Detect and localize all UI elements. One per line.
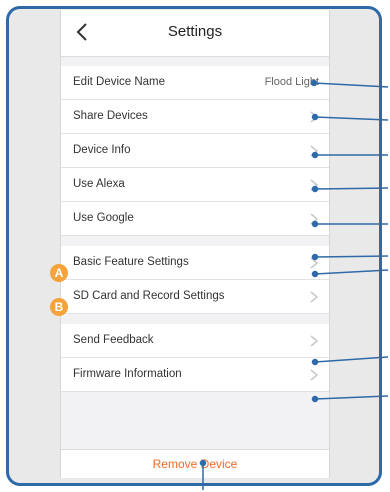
row-use-alexa[interactable]: Use Alexa xyxy=(61,168,329,202)
remove-device-bar: Remove Device xyxy=(61,449,329,478)
row-label: Share Devices xyxy=(73,110,148,122)
chevron-right-icon xyxy=(310,291,319,303)
row-sd-card-settings[interactable]: SD Card and Record Settings xyxy=(61,280,329,314)
row-send-feedback[interactable]: Send Feedback xyxy=(61,324,329,358)
row-value: Flood Light xyxy=(264,76,319,88)
row-label: Send Feedback xyxy=(73,334,154,346)
chevron-right-icon xyxy=(310,111,319,123)
row-device-info[interactable]: Device Info xyxy=(61,134,329,168)
chevron-right-icon xyxy=(310,179,319,191)
row-firmware-information[interactable]: Firmware Information xyxy=(61,358,329,392)
row-basic-feature-settings[interactable]: Basic Feature Settings xyxy=(61,246,329,280)
nav-bar: Settings xyxy=(61,10,329,57)
row-label: Basic Feature Settings xyxy=(73,256,189,268)
row-use-google[interactable]: Use Google xyxy=(61,202,329,236)
row-share-devices[interactable]: Share Devices xyxy=(61,100,329,134)
row-label: Firmware Information xyxy=(73,368,182,380)
row-label: Use Alexa xyxy=(73,178,125,190)
row-edit-device-name[interactable]: Edit Device Name Flood Light xyxy=(61,66,329,100)
row-label: Use Google xyxy=(73,212,134,224)
row-label: Device Info xyxy=(73,144,131,156)
remove-device-button[interactable]: Remove Device xyxy=(61,457,329,471)
chevron-right-icon xyxy=(310,213,319,225)
chevron-right-icon xyxy=(310,335,319,347)
phone-screen: Settings Edit Device Name Flood Light Sh… xyxy=(60,10,330,478)
badge-a: A xyxy=(50,264,68,282)
row-label: SD Card and Record Settings xyxy=(73,290,225,302)
chevron-right-icon xyxy=(310,145,319,157)
page-title: Settings xyxy=(167,23,223,40)
chevron-right-icon xyxy=(310,257,319,269)
chevron-right-icon xyxy=(310,369,319,381)
row-label: Edit Device Name xyxy=(73,76,166,88)
badge-b: B xyxy=(50,298,68,316)
